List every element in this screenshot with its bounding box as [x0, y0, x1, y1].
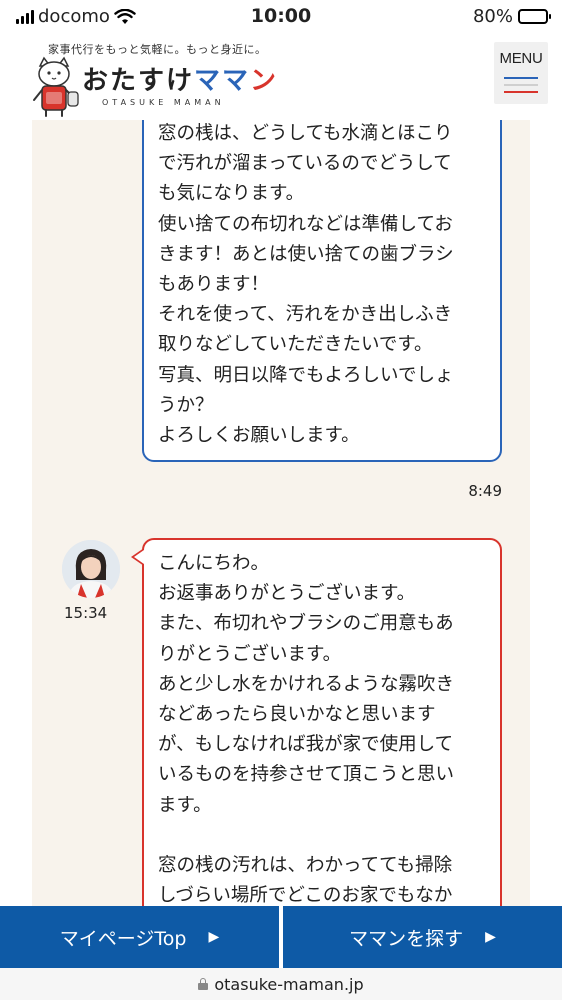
play-arrow-icon: ▶: [208, 929, 220, 945]
menu-line-blue: [504, 77, 538, 79]
paragraph-break: [158, 821, 486, 851]
logo-ma-1: マ: [194, 66, 223, 96]
message-line: お返事ありがとうございます。: [158, 583, 416, 605]
message-line: 取りなどしていただきたいです。: [158, 334, 433, 356]
battery-area: 80%: [472, 6, 551, 27]
sent-message-bubble: 窓の桟は、どうしても水滴とほこり で汚れが溜まっているのでどうして も気になりま…: [142, 120, 502, 463]
sent-message-time: 8:49: [468, 482, 502, 500]
logo-prefix: おたすけ: [82, 66, 195, 96]
message-line: ます。: [158, 794, 212, 816]
url-domain: otasuke-maman.jp: [214, 974, 364, 994]
site-header: 家事代行をもっと気軽に。もっと身近に。 おたすけママン OTASUKE MAMA…: [0, 34, 562, 120]
site-logo[interactable]: おたすけママン OTASUKE MAMAN: [28, 56, 278, 120]
logo-wordmark: おたすけママン: [82, 60, 278, 97]
message-line: もあります！: [158, 274, 270, 296]
avatar-photo-icon: [62, 540, 120, 598]
battery-percent: 80%: [472, 6, 513, 27]
cat-mascot-icon: [33, 56, 79, 117]
status-bar: docomo 10:00 80%: [0, 0, 562, 34]
logo-ma-2: マ: [222, 66, 251, 96]
message-line: 写真、明日以降でもよろしいでしょ: [158, 364, 454, 386]
site-tagline: 家事代行をもっと気軽に。もっと身近に。: [48, 43, 267, 56]
menu-line-red: [504, 91, 538, 93]
message-line: こんにちわ。: [158, 553, 270, 574]
logo-subtitle: OTASUKE MAMAN: [102, 98, 225, 107]
message-line: りがとうございます。: [158, 643, 342, 665]
message-line: などあったら良いかなと思います: [158, 704, 436, 726]
message-line: 使い捨ての布切れなどは準備してお: [158, 213, 453, 235]
message-line: 窓の桟の汚れは、わかってても掃除: [158, 854, 453, 876]
message-line: が、もしなければ我が家で使用して: [158, 734, 454, 756]
mypage-top-button[interactable]: マイページTop ▶: [0, 906, 279, 968]
browser-url-bar[interactable]: otasuke-maman.jp: [0, 968, 562, 1000]
message-line: よろしくお願いします。: [158, 425, 360, 447]
bubble-tail: [131, 548, 144, 566]
received-message-bubble: こんにちわ。 お返事ありがとうございます。 また、布切れやブラシのご用意もあ り…: [131, 538, 502, 906]
message-line: 窓の桟は、どうしても水滴とほこり: [158, 123, 453, 144]
find-maman-label: ママンを探す: [349, 927, 464, 950]
message-line: うか？: [158, 394, 214, 416]
message-line: きます！あとは使い捨ての歯ブラシ: [158, 243, 454, 265]
message-line: で汚れが溜まっているのでどうして: [158, 153, 452, 175]
menu-label: MENU: [499, 50, 543, 67]
battery-icon: [518, 9, 551, 24]
menu-line-gray: [504, 84, 538, 86]
menu-button[interactable]: MENU: [494, 42, 548, 104]
find-maman-button[interactable]: ママンを探す ▶: [283, 906, 562, 968]
message-line: も気になります。: [158, 183, 305, 205]
mypage-top-label: マイページTop: [59, 927, 187, 950]
bottom-nav: マイページTop ▶ ママンを探す ▶: [0, 906, 562, 968]
lock-icon: [198, 978, 209, 990]
message-line: いるものを持参させて頂こうと思い: [158, 764, 455, 786]
message-line: また、布切れやブラシのご用意もあ: [158, 613, 454, 635]
chat-thread[interactable]: 窓の桟は、どうしても水滴とほこり で汚れが溜まっているのでどうして も気になりま…: [32, 120, 530, 906]
message-line: あと少し水をかけれるような霧吹き: [158, 673, 455, 695]
message-line: しづらい場所でどこのお家でもなか: [158, 885, 453, 906]
message-line: それを使って、汚れをかき出しふき: [158, 304, 453, 326]
logo-n: ン: [250, 66, 279, 96]
play-arrow-icon: ▶: [485, 929, 496, 945]
received-message-time: 15:34: [64, 604, 108, 622]
avatar[interactable]: [62, 540, 120, 598]
